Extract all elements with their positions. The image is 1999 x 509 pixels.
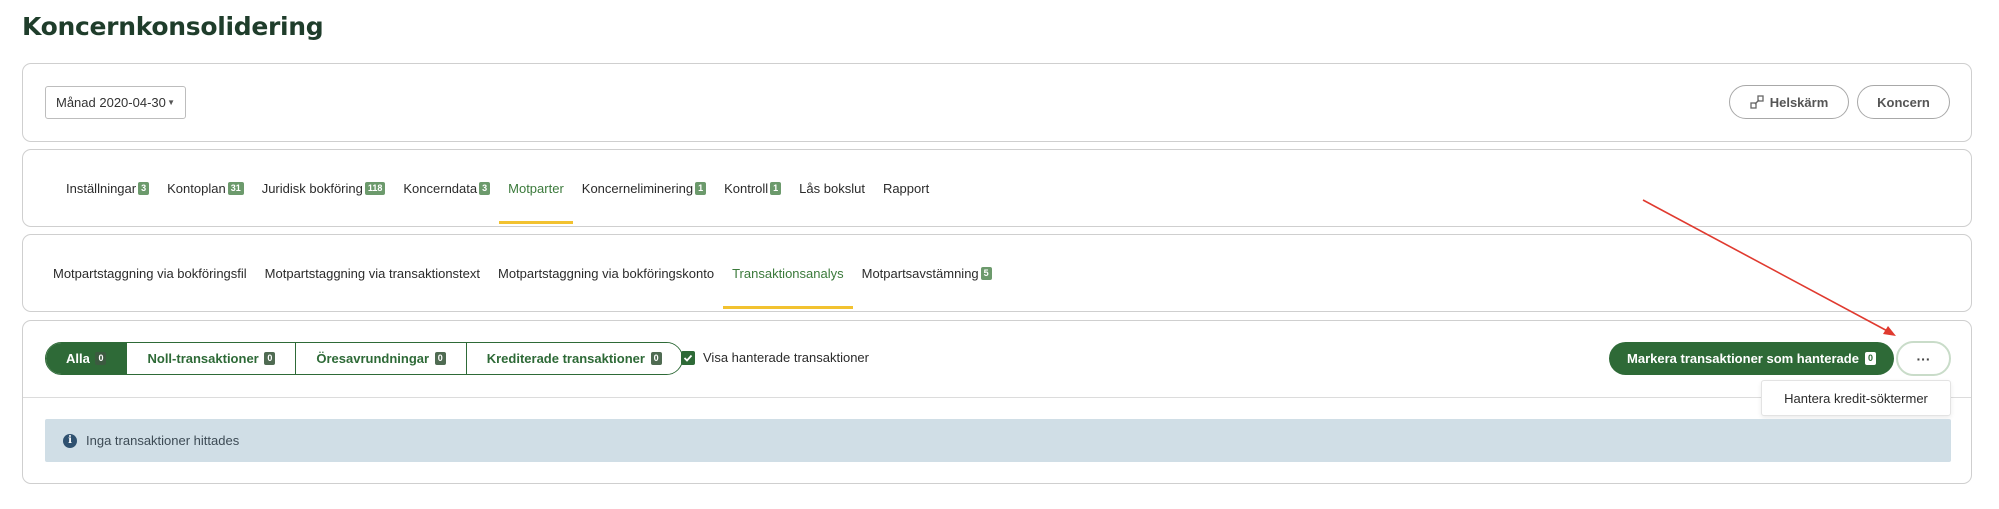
tab-label: Koncerndata xyxy=(403,180,478,196)
toolbar-card: Månad 2020-04-30 ▼ Helskärm Koncern xyxy=(22,63,1972,142)
tab-las-bokslut[interactable]: Lås bokslut xyxy=(790,150,874,226)
filter-badge: 0 xyxy=(264,352,276,365)
filter-label: Krediterade transaktioner xyxy=(486,351,645,366)
period-select[interactable]: Månad 2020-04-30 ▼ xyxy=(45,86,186,119)
filter-noll-transaktioner[interactable]: Noll-transaktioner 0 xyxy=(127,343,297,374)
subtab-motpartsavstamning[interactable]: Motpartsavstämning 5 xyxy=(853,235,1001,311)
filter-segmented-control: Alla 0 Noll-transaktioner 0 Öresavrundni… xyxy=(45,342,683,375)
tab-label: Rapport xyxy=(882,180,930,196)
checkmark-icon xyxy=(681,350,695,365)
tab-label: Kontroll xyxy=(724,180,769,196)
show-handled-checkbox[interactable]: Visa hanterade transaktioner xyxy=(681,350,869,365)
filter-krediterade[interactable]: Krediterade transaktioner 0 xyxy=(466,343,682,374)
tab-badge: 118 xyxy=(364,181,386,195)
mark-handled-label: Markera transaktioner som hanterade xyxy=(1627,351,1859,366)
filter-oresavrundningar[interactable]: Öresavrundningar 0 xyxy=(296,343,467,374)
filter-badge: 0 xyxy=(434,352,446,365)
subtab-bokforingsfil[interactable]: Motpartstaggning via bokföringsfil xyxy=(44,235,256,311)
tab-rapport[interactable]: Rapport xyxy=(874,150,938,226)
subtab-transaktionsanalys[interactable]: Transaktionsanalys xyxy=(723,235,853,311)
fullscreen-label: Helskärm xyxy=(1769,94,1829,110)
tab-juridisk-bokforing[interactable]: Juridisk bokföring 118 xyxy=(253,150,395,226)
tab-badge: 3 xyxy=(138,181,150,195)
period-select-value: Månad 2020-04-30 xyxy=(56,95,166,110)
more-options-button[interactable]: ··· xyxy=(1896,341,1951,376)
main-tabs-card: Inställningar 3 Kontoplan 31 Juridisk bokf… xyxy=(22,149,1972,227)
tab-label: Transaktionsanalys xyxy=(732,265,844,281)
tab-label: Motparter xyxy=(508,180,564,196)
koncern-label: Koncern xyxy=(1877,94,1930,110)
mark-handled-badge: 0 xyxy=(1864,352,1876,365)
sub-tabs-card: Motpartstaggning via bokföringsfil Motpa… xyxy=(22,234,1972,312)
filter-badge: 0 xyxy=(650,352,662,365)
mark-handled-button[interactable]: Markera transaktioner som hanterade 0 xyxy=(1609,342,1894,375)
tab-installningar[interactable]: Inställningar 3 xyxy=(57,150,158,226)
filter-label: Noll-transaktioner xyxy=(147,351,259,366)
page-title: Koncernkonsolidering xyxy=(22,12,324,41)
tab-label: Juridisk bokföring xyxy=(261,180,363,196)
tab-badge: 3 xyxy=(479,181,491,195)
dropdown-item-label: Hantera kredit-söktermer xyxy=(1784,390,1928,406)
filter-label: Alla xyxy=(66,351,90,366)
tab-label: Koncerneliminering xyxy=(581,180,694,196)
tab-badge: 31 xyxy=(227,181,244,195)
tab-badge: 1 xyxy=(695,181,707,195)
tab-label: Lås bokslut xyxy=(799,180,865,196)
tab-badge: 1 xyxy=(770,181,782,195)
expand-icon xyxy=(1750,95,1764,109)
info-message: Inga transaktioner hittades xyxy=(86,433,240,448)
dropdown-item-hantera-kredit-soktermer[interactable]: Hantera kredit-söktermer xyxy=(1761,380,1951,416)
subtab-transaktionstext[interactable]: Motpartstaggning via transaktionstext xyxy=(256,235,489,311)
filter-badge: 0 xyxy=(95,352,107,365)
filter-label: Öresavrundningar xyxy=(316,351,430,366)
tab-koncerndata[interactable]: Koncerndata 3 xyxy=(394,150,499,226)
tab-label: Motpartsavstämning xyxy=(861,265,979,281)
tab-label: Kontoplan xyxy=(167,180,226,196)
tab-badge: 5 xyxy=(980,266,992,280)
main-tabs: Inställningar 3 Kontoplan 31 Juridisk bokf… xyxy=(57,150,938,226)
subtab-bokforingskonto[interactable]: Motpartstaggning via bokföringskonto xyxy=(489,235,723,311)
filter-alla[interactable]: Alla 0 xyxy=(46,343,128,374)
fullscreen-button[interactable]: Helskärm xyxy=(1729,85,1849,119)
koncern-button[interactable]: Koncern xyxy=(1857,85,1950,119)
info-icon: i xyxy=(63,433,77,448)
tab-koncerneliminering[interactable]: Koncerneliminering 1 xyxy=(573,150,715,226)
tab-kontroll[interactable]: Kontroll 1 xyxy=(715,150,790,226)
tab-label: Motpartstaggning via bokföringskonto xyxy=(498,265,715,281)
info-alert: i Inga transaktioner hittades xyxy=(45,419,1951,462)
transactions-card: Alla 0 Noll-transaktioner 0 Öresavrundni… xyxy=(22,320,1972,484)
tab-label: Motpartstaggning via bokföringsfil xyxy=(53,265,247,281)
tab-kontoplan[interactable]: Kontoplan 31 xyxy=(158,150,253,226)
show-handled-label: Visa hanterade transaktioner xyxy=(703,350,869,365)
sub-tabs: Motpartstaggning via bokföringsfil Motpa… xyxy=(44,235,1001,311)
divider xyxy=(23,397,1971,398)
tab-label: Inställningar xyxy=(66,180,137,196)
ellipsis-icon: ··· xyxy=(1916,350,1931,367)
tab-label: Motpartstaggning via transaktionstext xyxy=(264,265,481,281)
chevron-down-icon: ▼ xyxy=(167,98,175,107)
tab-motparter[interactable]: Motparter xyxy=(499,150,573,226)
